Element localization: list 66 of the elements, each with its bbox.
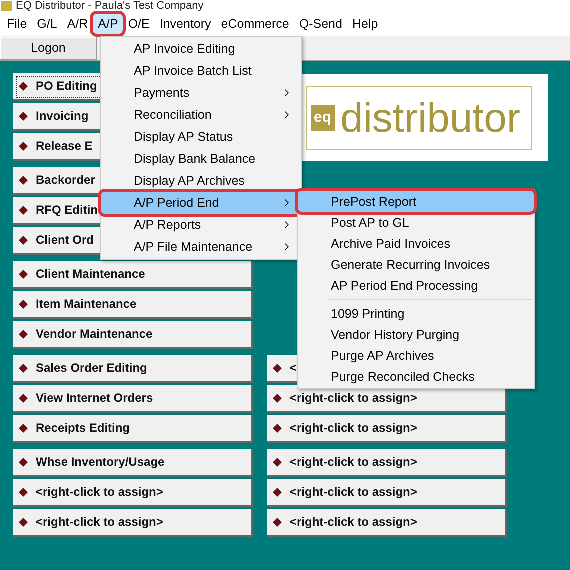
menu-item[interactable]: Generate Recurring Invoices xyxy=(298,254,534,275)
menu-title[interactable]: File xyxy=(2,14,32,34)
menu-item[interactable]: Purge Reconciled Checks xyxy=(298,366,534,387)
diamond-icon xyxy=(273,394,282,402)
diamond-icon xyxy=(19,82,28,90)
app-icon xyxy=(1,1,12,11)
diamond-icon xyxy=(19,424,28,432)
diamond-icon xyxy=(19,364,28,372)
menu-title[interactable]: eCommerce xyxy=(216,14,294,34)
shortcut-button[interactable]: Sales Order Editing xyxy=(13,355,253,383)
menu-title[interactable]: Inventory xyxy=(154,14,216,34)
shortcut-button[interactable]: View Internet Orders xyxy=(13,385,253,413)
logo-text: distributor xyxy=(340,96,521,140)
menu-title[interactable]: A/R xyxy=(62,14,94,34)
menu-title[interactable]: G/L xyxy=(32,14,62,34)
diamond-icon xyxy=(19,488,28,496)
menu-item[interactable]: AP Period End Processing xyxy=(298,275,534,296)
menu-item[interactable]: 1099 Printing xyxy=(298,296,534,324)
shortcut-button[interactable]: Client Maintenance xyxy=(13,261,253,289)
shortcut-button[interactable]: <right-click to assign> xyxy=(13,509,253,537)
diamond-icon xyxy=(19,330,28,338)
diamond-icon xyxy=(273,458,282,466)
diamond-icon xyxy=(19,300,28,308)
menu-item[interactable]: A/P File Maintenance xyxy=(101,236,301,258)
menu-item[interactable]: Post AP to GL xyxy=(298,212,534,233)
diamond-icon xyxy=(273,518,282,526)
logo-badge: eq xyxy=(311,104,335,130)
shortcut-button[interactable]: Vendor Maintenance xyxy=(13,321,253,349)
diamond-icon xyxy=(273,424,282,432)
diamond-icon xyxy=(19,176,28,184)
diamond-icon xyxy=(19,518,28,526)
diamond-icon xyxy=(19,394,28,402)
menu-title[interactable]: Q-Send xyxy=(294,14,348,34)
menu-title[interactable]: O/E xyxy=(123,14,155,34)
menu-item[interactable]: PrePost Report xyxy=(298,191,534,212)
diamond-icon xyxy=(19,142,28,150)
diamond-icon xyxy=(19,206,28,214)
window-title: EQ Distributor - Paula's Test Company xyxy=(16,0,204,12)
menu-item[interactable]: A/P Reports xyxy=(101,214,301,236)
diamond-icon xyxy=(19,236,28,244)
shortcut-button[interactable]: <right-click to assign> xyxy=(13,479,253,507)
menu-item[interactable]: Display Bank Balance xyxy=(101,148,301,170)
menu-item[interactable]: Archive Paid Invoices xyxy=(298,233,534,254)
menu-item[interactable]: Purge AP Archives xyxy=(298,345,534,366)
logon-button[interactable]: Logon xyxy=(0,36,97,60)
diamond-icon xyxy=(273,488,282,496)
menu-item[interactable]: Payments xyxy=(101,82,301,104)
menu-title[interactable]: Help xyxy=(347,14,384,34)
diamond-icon xyxy=(273,364,282,372)
menu-item[interactable]: Display AP Archives xyxy=(101,170,301,192)
menu-item[interactable]: Reconciliation xyxy=(101,104,301,126)
menu-title[interactable]: A/P xyxy=(93,14,124,34)
shortcut-button[interactable]: <right-click to assign> xyxy=(267,479,507,507)
menu-item[interactable]: Display AP Status xyxy=(101,126,301,148)
shortcut-button[interactable]: Receipts Editing xyxy=(13,415,253,443)
menu-item[interactable]: AP Invoice Editing xyxy=(101,38,301,60)
shortcut-button[interactable]: <right-click to assign> xyxy=(267,509,507,537)
shortcut-button[interactable]: <right-click to assign> xyxy=(267,415,507,443)
diamond-icon xyxy=(19,270,28,278)
menu-item[interactable]: Vendor History Purging xyxy=(298,324,534,345)
diamond-icon xyxy=(19,458,28,466)
shortcut-button[interactable]: Item Maintenance xyxy=(13,291,253,319)
shortcut-button[interactable]: Whse Inventory/Usage xyxy=(13,449,253,477)
menu-item[interactable]: AP Invoice Batch List xyxy=(101,60,301,82)
shortcut-button[interactable]: <right-click to assign> xyxy=(267,449,507,477)
diamond-icon xyxy=(19,112,28,120)
